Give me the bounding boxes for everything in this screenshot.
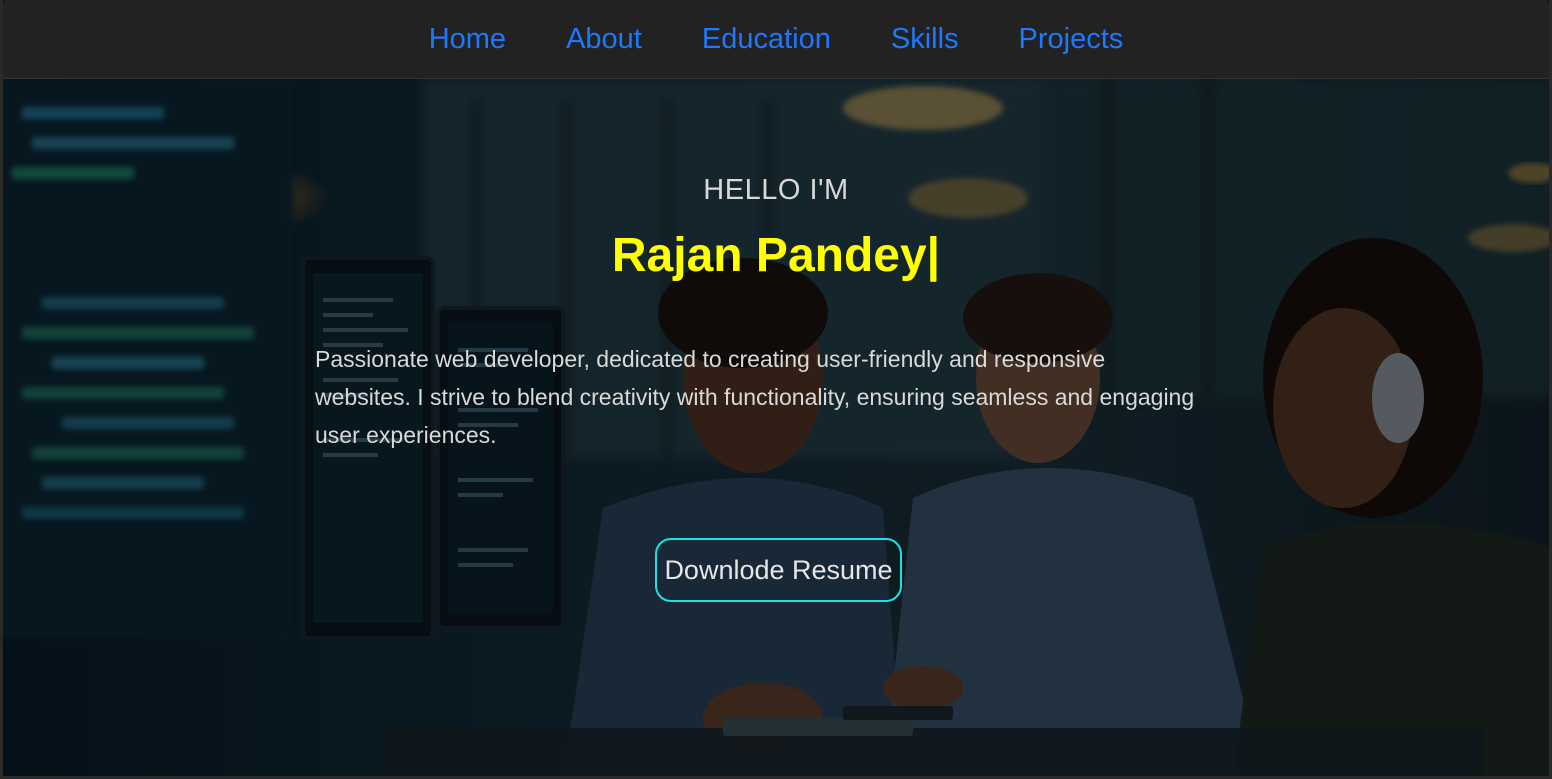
nav-link-about[interactable]: About bbox=[566, 23, 642, 55]
nav-item-skills: Skills bbox=[891, 23, 959, 55]
hero-section: HELLO I'M Rajan Pandey| Passionate web d… bbox=[3, 78, 1549, 776]
nav-link-education[interactable]: Education bbox=[702, 23, 831, 55]
nav-item-projects: Projects bbox=[1019, 23, 1124, 55]
hero-name-heading: Rajan Pandey| bbox=[3, 228, 1549, 283]
page: Home About Education Skills Projects HEL… bbox=[0, 0, 1552, 779]
hero-bio: Passionate web developer, dedicated to c… bbox=[315, 346, 1195, 448]
typing-cursor: | bbox=[926, 229, 941, 282]
nav-item-home: Home bbox=[429, 23, 506, 55]
download-resume-button[interactable]: Downlode Resume bbox=[655, 538, 902, 602]
nav-link-home[interactable]: Home bbox=[429, 23, 506, 55]
hero-greeting: HELLO I'M bbox=[703, 174, 849, 206]
nav-link-skills[interactable]: Skills bbox=[891, 23, 959, 55]
nav-list: Home About Education Skills Projects bbox=[3, 0, 1549, 78]
nav-item-education: Education bbox=[702, 23, 831, 55]
hero-name: Rajan Pandey bbox=[611, 229, 927, 282]
nav-item-about: About bbox=[566, 23, 642, 55]
navbar: Home About Education Skills Projects bbox=[3, 0, 1549, 79]
nav-link-projects[interactable]: Projects bbox=[1019, 23, 1124, 55]
